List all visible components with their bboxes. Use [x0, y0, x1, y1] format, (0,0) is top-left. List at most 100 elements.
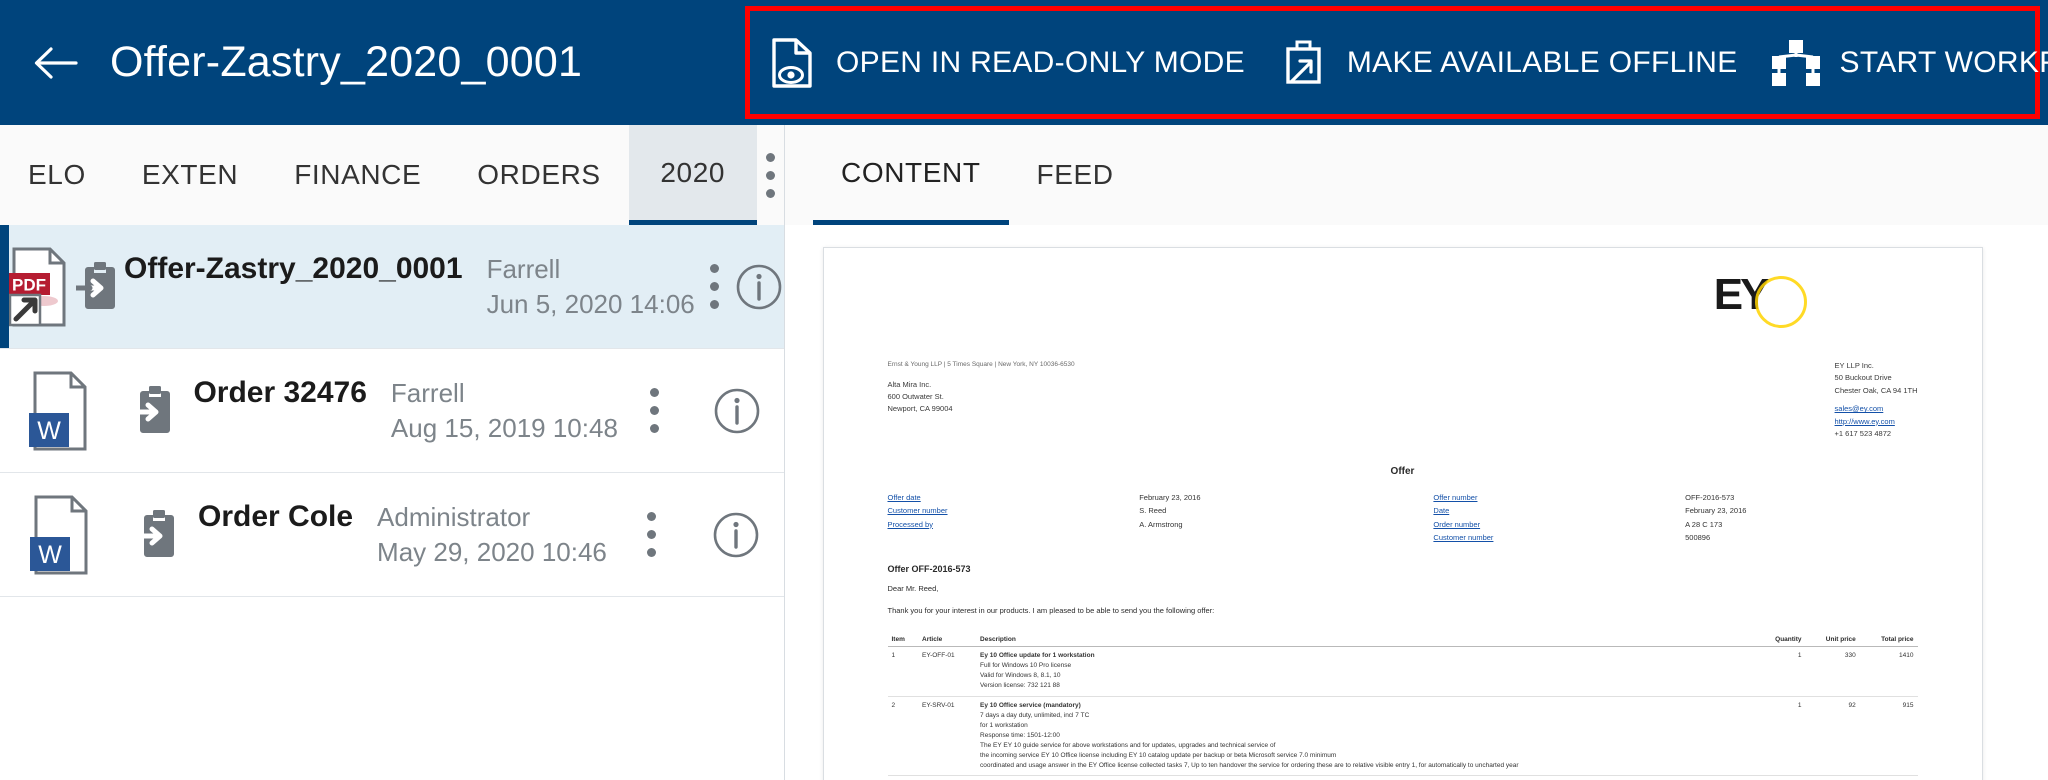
col-total-price: Total price: [1859, 633, 1918, 648]
tab-exten[interactable]: EXTEN: [114, 125, 266, 225]
field-value: A. Armstrong: [1139, 519, 1183, 529]
table-row[interactable]: PDF Offer-Zastry_2020_0001 Farrell Jun 5…: [0, 225, 784, 349]
svg-text:W: W: [38, 541, 62, 569]
app-header: Offer-Zastry_2020_0001 OPEN IN READ-ONLY…: [0, 0, 2048, 125]
clipboard-import-icon: [117, 385, 193, 437]
item-detail: the incoming service EY 10 Office licens…: [980, 751, 1337, 759]
cell-total-price: 915: [1859, 696, 1918, 776]
application-window: Offer-Zastry_2020_0001 OPEN IN READ-ONLY…: [0, 0, 2048, 780]
start-workflow-label: START WORKFLOW: [1839, 45, 2048, 79]
workflow-icon: [1770, 37, 1822, 89]
cell-description: Ey 10 Office service (mandatory) 7 days …: [976, 696, 1757, 776]
recipient-address: EY LLP Inc. 50 Buckout Drive Chester Oak…: [1835, 360, 1918, 440]
kebab-dot: [765, 170, 775, 180]
page-title: Offer-Zastry_2020_0001: [110, 38, 583, 86]
info-circle-icon: [714, 388, 760, 433]
item-title: Ey 10 Office service (mandatory): [980, 701, 1081, 709]
row-primary-text: Offer-Zastry_2020_0001 Farrell Jun 5, 20…: [124, 252, 695, 321]
document-author: Administrator: [377, 502, 531, 533]
kebab-dot: [709, 300, 719, 309]
row-primary-text: Order Cole Administrator May 29, 2020 10…: [198, 500, 607, 569]
preview-offer-number: Offer OFF-2016-573: [887, 563, 971, 574]
item-detail: for 1 workstation: [980, 721, 1028, 729]
make-available-offline-label: MAKE AVAILABLE OFFLINE: [1346, 45, 1738, 79]
item-detail: Response time: 1501-12:00: [980, 731, 1060, 739]
briefcase-offline-icon: [1277, 37, 1329, 89]
preview-fields-left: Offer date February 23, 2016 Customer num…: [888, 491, 1372, 544]
preview-items-table: Item Article Description Quantity Unit p…: [887, 633, 1918, 776]
row-overflow-menu-button[interactable]: [695, 260, 734, 314]
row-primary-text: Order 32476 Farrell Aug 15, 2019 10:48: [193, 376, 617, 445]
cell-quantity: 1: [1756, 646, 1806, 697]
field-value: A 28 C 173: [1685, 519, 1723, 529]
kebab-dot: [709, 282, 719, 291]
cell-description: Ey 10 Office update for 1 workstation Fu…: [976, 646, 1757, 697]
open-read-only-button[interactable]: OPEN IN READ-ONLY MODE: [750, 11, 1261, 114]
row-overflow-menu-button[interactable]: [618, 384, 690, 438]
make-available-offline-button[interactable]: MAKE AVAILABLE OFFLINE: [1261, 11, 1754, 114]
field-key: Processed by: [887, 519, 933, 529]
kebab-dot: [649, 406, 659, 415]
svg-text:W: W: [37, 417, 61, 445]
document-name: Order Cole: [198, 500, 354, 534]
cell-item: 1: [887, 646, 919, 697]
kebab-dot: [765, 152, 775, 162]
start-workflow-button[interactable]: START WORKFLOW: [1754, 11, 2048, 114]
cell-unit-price: 330: [1805, 646, 1860, 697]
preview-pane: CONTENT FEED EY Ernst & Young LLP | 5 Ti…: [785, 125, 2048, 780]
preview-address-block: Ernst & Young LLP | 5 Times Square | New…: [888, 360, 1918, 440]
clipboard-import-icon: [120, 509, 198, 561]
field-value: February 23, 2016: [1685, 506, 1747, 516]
document-preview-viewport[interactable]: EY Ernst & Young LLP | 5 Times Square | …: [785, 225, 2048, 780]
table-row[interactable]: W Order Cole Administrator May 29, 2020 …: [0, 473, 784, 597]
field-value: February 23, 2016: [1139, 493, 1201, 503]
kebab-dot: [646, 548, 656, 557]
field-value: 500896: [1685, 532, 1711, 542]
pdf-file-icon: PDF: [0, 245, 76, 329]
tab-elo[interactable]: ELO: [0, 125, 114, 225]
row-info-button[interactable]: [734, 263, 784, 311]
document-meta: Administrator May 29, 2020 10:46: [377, 500, 607, 569]
field-value: OFF-2016-573: [1685, 493, 1735, 503]
field-key: Order number: [1433, 519, 1481, 529]
svg-text:PDF: PDF: [12, 275, 46, 294]
tab-content[interactable]: CONTENT: [813, 125, 1009, 225]
open-read-only-label: OPEN IN READ-ONLY MODE: [836, 45, 1245, 79]
document-name: Order 32476: [193, 376, 367, 410]
sender-line: 600 Outwater St.: [887, 392, 944, 402]
tab-2020[interactable]: 2020: [628, 125, 757, 225]
tab-orders[interactable]: ORDERS: [449, 125, 628, 225]
cell-item: 2: [887, 696, 919, 776]
field-key: Offer date: [887, 493, 921, 503]
cell-article: EY-SRV-01: [918, 696, 977, 776]
kebab-dot: [646, 530, 656, 539]
table-header-row: Item Article Description Quantity Unit p…: [887, 633, 1918, 648]
arrow-left-icon: [32, 43, 78, 83]
metadata-tab-bar: ELO EXTEN FINANCE ORDERS 2020: [0, 125, 784, 225]
tab-feed[interactable]: FEED: [1009, 125, 1142, 225]
document-date: May 29, 2020 10:46: [377, 536, 607, 567]
info-circle-icon: [713, 512, 759, 557]
document-author: Farrell: [486, 254, 561, 285]
row-info-button[interactable]: [690, 387, 784, 435]
table-row[interactable]: W Order 32476 Farrell Aug 15, 2019 10:48: [0, 349, 784, 473]
recipient-web: http://www.ey.com: [1834, 416, 1895, 426]
document-date: Jun 5, 2020 14:06: [486, 288, 695, 319]
tabs-overflow-menu-button[interactable]: [757, 125, 784, 225]
tab-finance[interactable]: FINANCE: [266, 125, 449, 225]
table-row: 1 EY-OFF-01 Ey 10 Office update for 1 wo…: [887, 646, 1918, 697]
recipient-line: Chester Oak, CA 94 1TH: [1834, 385, 1918, 395]
document-list-pane: ELO EXTEN FINANCE ORDERS 2020 PDF Offer-…: [0, 125, 785, 780]
row-info-button[interactable]: [688, 511, 784, 559]
sender-line: Alta Mira Inc.: [887, 379, 932, 389]
cell-total-price: 1410: [1859, 646, 1918, 697]
row-overflow-menu-button[interactable]: [614, 508, 688, 562]
document-eye-icon: [766, 37, 818, 89]
back-button[interactable]: [0, 0, 110, 125]
preview-intro: Thank you for your interest in our produ…: [887, 605, 1215, 615]
item-title: Ey 10 Office update for 1 workstation: [980, 652, 1095, 660]
col-item: Item: [887, 633, 919, 648]
preview-salutation: Dear Mr. Reed,: [887, 583, 939, 593]
kebab-dot: [649, 388, 659, 397]
main-content: ELO EXTEN FINANCE ORDERS 2020 PDF Offer-…: [0, 125, 2048, 780]
